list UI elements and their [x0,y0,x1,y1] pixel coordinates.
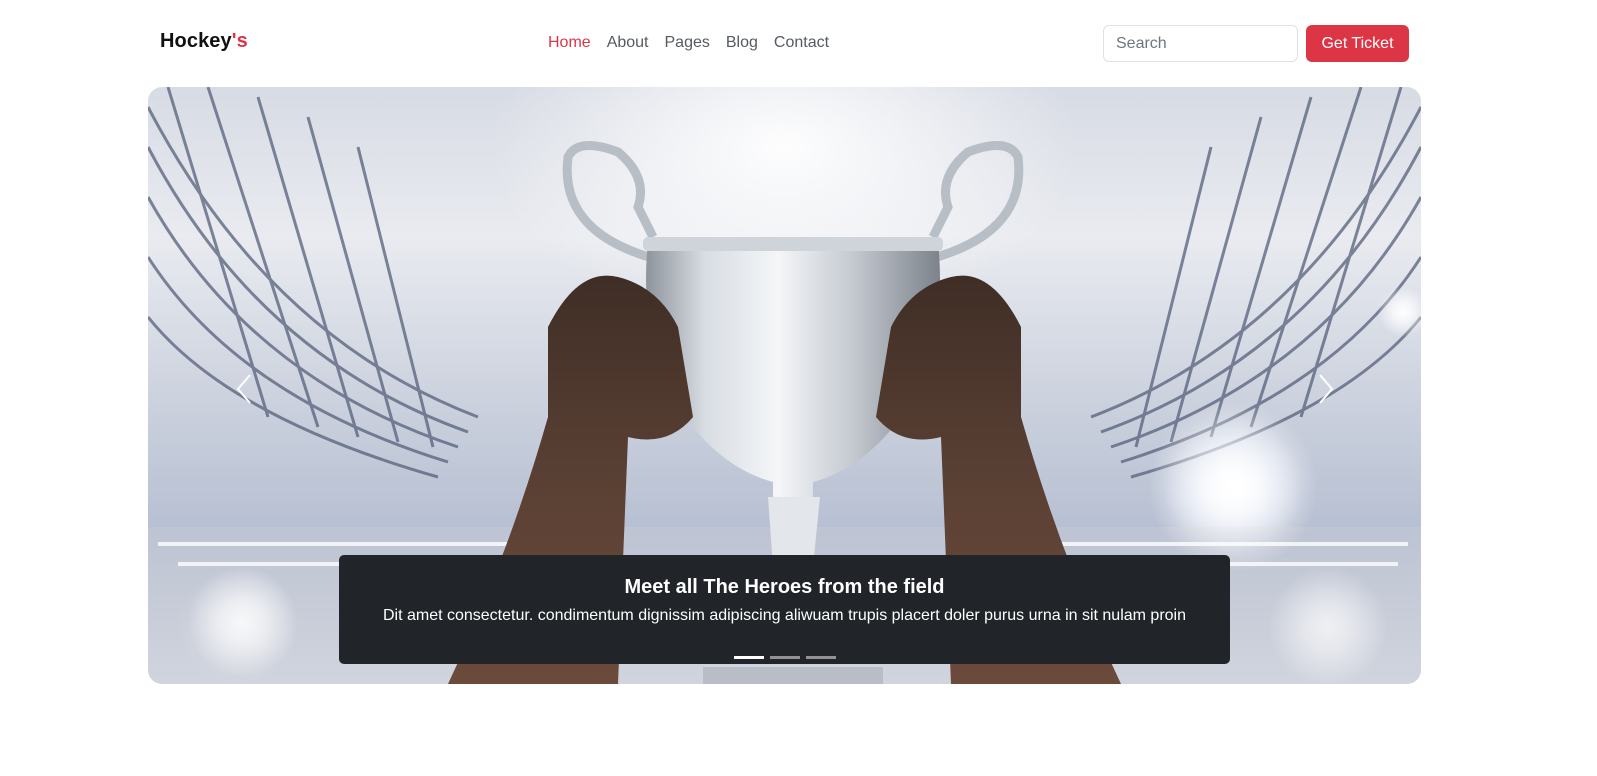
carousel-indicator-2[interactable] [770,656,800,659]
caption-title: Meet all The Heroes from the field [624,576,945,598]
nav-link-home[interactable]: Home [540,33,599,53]
carousel-indicator-3[interactable] [806,656,836,659]
carousel-caption: Meet all The Heroes from the field Dit a… [339,555,1230,664]
brand-accent: 's [231,30,248,52]
navbar: Hockey's Home About Pages Blog Contact G… [148,0,1421,87]
carousel-indicators [734,656,836,659]
nav-link-contact[interactable]: Contact [766,33,837,53]
brand-name: Hockey [160,30,232,52]
hero-carousel: Meet all The Heroes from the field Dit a… [148,87,1421,684]
caption-text: Dit amet consectetur. condimentum dignis… [382,607,1187,624]
brand-logo[interactable]: Hockey's [160,30,248,53]
nav-link-blog[interactable]: Blog [718,33,766,53]
chevron-left-icon [236,374,251,404]
carousel-next-button[interactable] [1310,369,1340,409]
chevron-right-icon [1319,374,1334,404]
carousel-indicator-1[interactable] [734,656,764,659]
search-input[interactable] [1103,25,1298,62]
carousel-prev-button[interactable] [230,369,260,409]
get-ticket-button[interactable]: Get Ticket [1306,25,1409,62]
nav-link-pages[interactable]: Pages [657,33,718,53]
nav-links: Home About Pages Blog Contact [540,33,837,53]
nav-link-about[interactable]: About [599,33,657,53]
